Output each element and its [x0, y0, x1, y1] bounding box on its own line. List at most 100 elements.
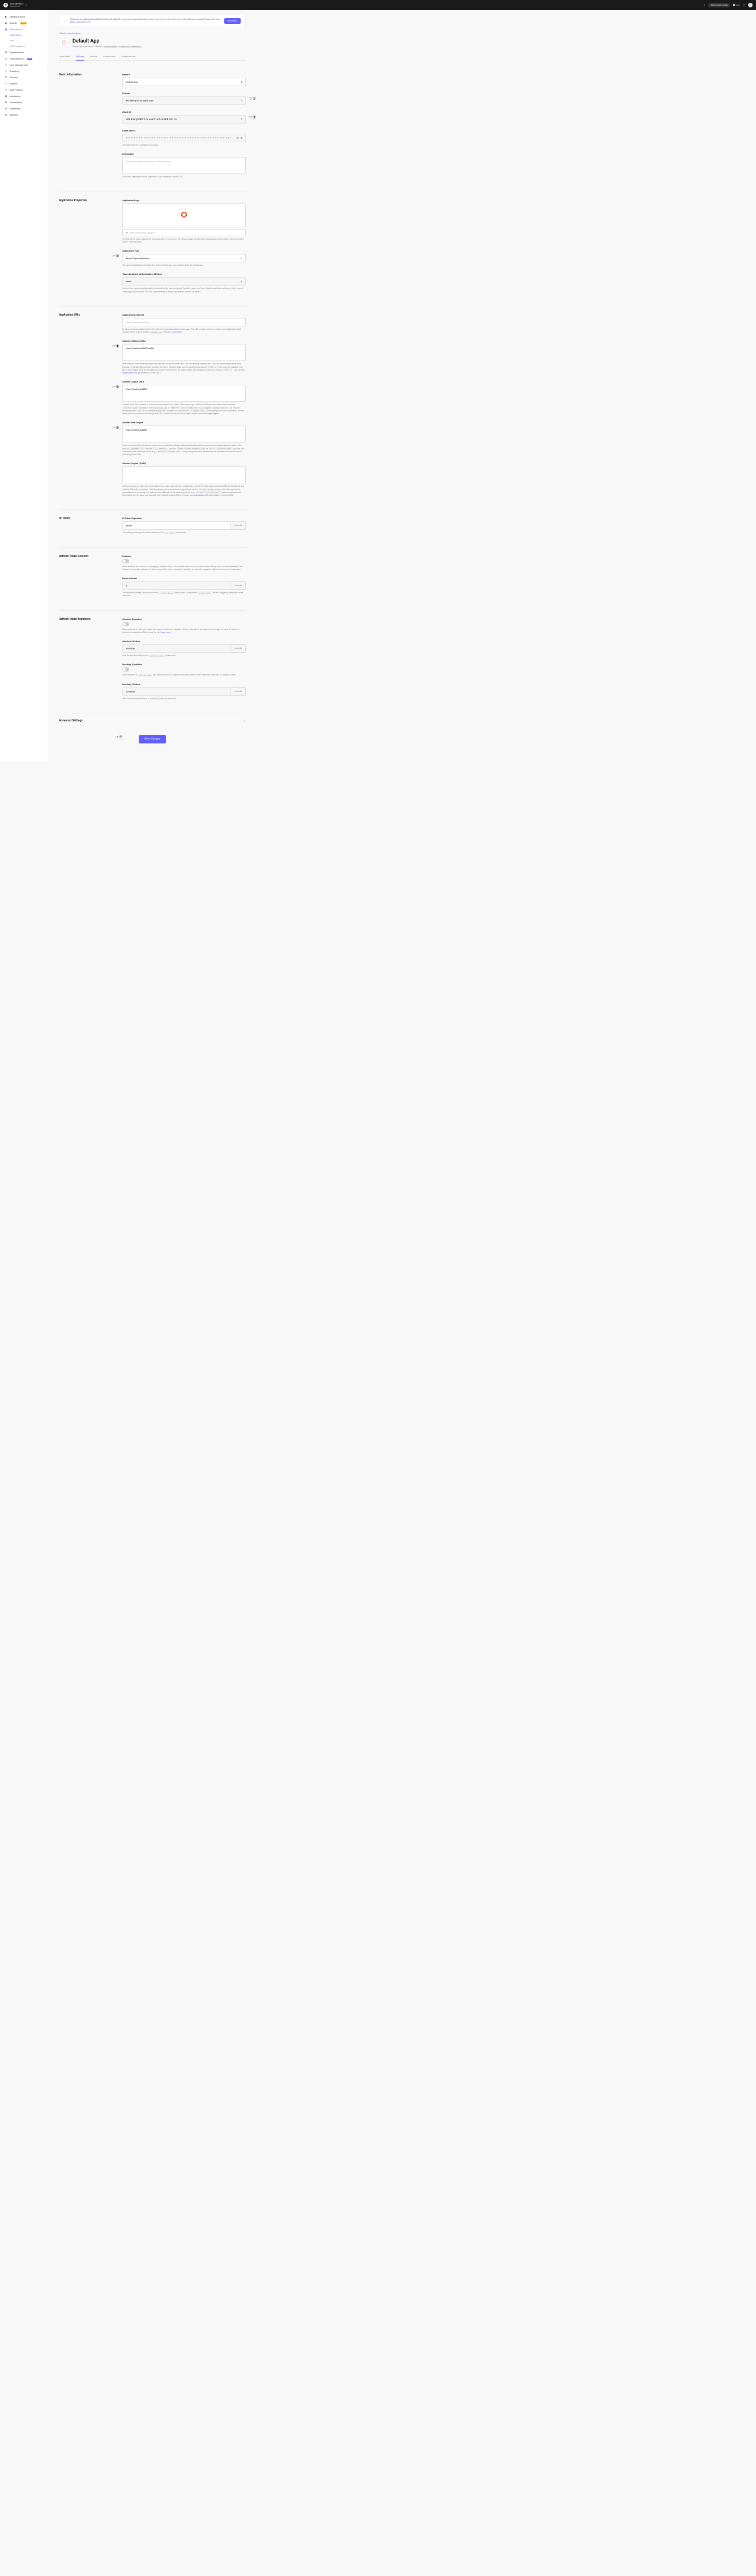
discuss-button[interactable]: Discuss your needs — [708, 3, 730, 7]
sidebar-item-monitoring[interactable]: ▤Monitoring› — [0, 93, 48, 99]
chevron-down-icon[interactable]: ▾ — [25, 4, 27, 6]
docs-link[interactable]: 📄 Docs — [733, 4, 740, 6]
sidebar-item-auth-pipeline[interactable]: ↗Auth Pipeline› — [0, 87, 48, 93]
notifications-icon[interactable]: △ — [743, 3, 745, 7]
logout-docs-link[interactable]: https://auth0.com/docs/login/logout — [186, 413, 218, 415]
inact-exp-toggle[interactable] — [122, 668, 129, 671]
tab-organizations[interactable]: Organizations — [121, 53, 135, 61]
apptype-select[interactable]: Single Page Application — [122, 254, 246, 262]
sidebar-item-marketplace[interactable]: ⊞Marketplace — [0, 99, 48, 105]
inactlife-label: Inactivity Lifetime — [122, 683, 246, 686]
advanced-settings-toggle[interactable]: Advanced Settings ⌄ — [59, 713, 246, 728]
web-message-link[interactable]: web message response mode — [210, 444, 236, 447]
copy-icon[interactable]: ⧉ — [241, 80, 242, 83]
save-button[interactable]: Save Changes — [139, 735, 166, 743]
sidebar-item-label: Applications — [10, 28, 22, 31]
webo-textarea[interactable]: http://localhost:4200 — [122, 426, 246, 443]
nav-icon: ⌘ — [5, 51, 7, 54]
chevron-right-icon: › — [42, 83, 43, 85]
nav-icon: ✎ — [5, 70, 7, 73]
reuse-help: The allowable leeway time that the same … — [122, 592, 246, 598]
logo-label: Application Logo — [122, 199, 246, 202]
copy-icon[interactable]: ⧉ — [241, 137, 242, 139]
name-input[interactable]: Default App⧉ — [122, 78, 246, 86]
callback-textarea[interactable]: http://localhost:4200/profile — [122, 344, 246, 361]
learn-more-link[interactable]: Learn more — [160, 631, 170, 634]
sidebar-item-security[interactable]: ⛨Security› — [0, 74, 48, 80]
page-title: Default App — [72, 39, 142, 44]
idtoken-exp-input[interactable]: 36000 — [122, 521, 231, 530]
sidebar-item-user-management[interactable]: ☺User Management› — [0, 62, 48, 68]
nav-icon: ⊕ — [5, 107, 7, 110]
cors-textarea[interactable] — [122, 466, 246, 483]
sidebar-item-label: Extensions — [10, 107, 21, 110]
topbar: ֍ dev-5tf99p7c Development ▾ ⌕ Discuss y… — [0, 0, 756, 10]
rotation-toggle[interactable] — [122, 559, 129, 563]
view-plans-button[interactable]: View Plans — [224, 18, 241, 24]
sidebar-item-getting-started[interactable]: ▶Getting Started — [0, 14, 48, 20]
section-title-uris: Application URIs — [59, 313, 116, 503]
abs-exp-label: Absolute Expiration — [122, 618, 246, 620]
tabs: Quick Start Settings Addons Connections Orga… — [59, 53, 246, 61]
chevron-right-icon: › — [42, 76, 43, 79]
logout-textarea[interactable]: http://localhost:4200 — [122, 385, 246, 402]
reveal-icon[interactable]: 👁 — [236, 137, 239, 139]
nav-icon: ⚙ — [5, 113, 7, 116]
banner-features-link[interactable]: features that are not in the Starter pla… — [148, 18, 182, 20]
sidebar-subitem-applications[interactable]: Applications — [0, 32, 48, 38]
learn-more-link[interactable]: Learn more — [230, 568, 241, 571]
sidebar-item-actions[interactable]: ⚡Actions› — [0, 80, 48, 87]
sidebar-item-label: Authentication — [10, 51, 24, 54]
device-flow-link[interactable]: Device Flow — [194, 444, 204, 447]
learn-more-link[interactable]: Learn more — [172, 331, 182, 333]
back-link[interactable]: ‹ Back to Applications — [59, 32, 246, 35]
nav-icon: ▶ — [5, 15, 7, 18]
cors-label: Allowed Origins (CORS) — [122, 462, 246, 465]
tab-quick-start[interactable]: Quick Start — [59, 53, 70, 61]
tab-addons[interactable]: Addons — [89, 53, 97, 61]
sidebar-item-authentication[interactable]: ⌘Authentication› — [0, 49, 48, 56]
inact-exp-label: Inactivity Expiration — [122, 663, 246, 666]
sidebar-subitem-sso-integrations[interactable]: SSO Integrations — [0, 44, 48, 49]
tenant-switcher[interactable]: dev-5tf99p7c Development — [10, 3, 23, 7]
tab-connections[interactable]: Connections — [103, 53, 116, 61]
sidebar-item-settings[interactable]: ⚙Settings — [0, 112, 48, 118]
org-url-link[interactable]: Organization URL — [194, 494, 209, 496]
login-input[interactable]: https://myapp.org/login — [122, 318, 246, 326]
nav-icon: ⛨ — [5, 76, 7, 79]
tokenauth-select: None — [122, 277, 246, 286]
reuse-label: Reuse Interval — [122, 577, 246, 580]
avatar[interactable] — [748, 3, 753, 7]
abs-exp-toggle[interactable] — [122, 622, 129, 626]
tokenauth-label: Token Endpoint Authentication Method — [122, 273, 246, 275]
cors-help: Allowed Origins are URLs that will be al… — [122, 485, 246, 497]
sidebar-item-organizations[interactable]: ▭OrganizationsNEW› — [0, 56, 48, 62]
idtoken-exp-label: ID Token Expiration — [122, 517, 246, 520]
auth0-logo[interactable]: ֍ — [3, 3, 8, 7]
unit-seconds: seconds — [231, 521, 246, 530]
logo-url-input[interactable]: 🔗https://path.to/my_logo.png — [122, 229, 246, 236]
banner-billing-link[interactable]: billing information here — [70, 21, 91, 23]
sidebar-item-label: Marketplace — [10, 101, 22, 104]
sidebar-item-label: Auth Pipeline — [10, 88, 23, 91]
org-url-link[interactable]: Organization URL — [122, 372, 138, 374]
sidebar-item-applications[interactable]: ▦Applications — [0, 26, 48, 32]
sidebar-subitem-apis[interactable]: APIs — [0, 38, 48, 44]
sidebar-item-branding[interactable]: ✎Branding› — [0, 68, 48, 74]
copy-icon[interactable]: ⧉ — [241, 99, 242, 102]
webo-help: Comma-separated list of allowed origins … — [122, 444, 246, 456]
inactlife-input: 1296000 — [122, 687, 231, 696]
sidebar-item-label: User Management — [10, 63, 28, 66]
sidebar-item-extensions[interactable]: ⊕Extensions — [0, 105, 48, 112]
sidebar: ▶Getting Started◉ActivityFIRST›▦Applicat… — [0, 10, 48, 762]
desc-textarea[interactable]: Add a description in less than 140 chara… — [122, 157, 246, 174]
coa-link[interactable]: Cross-Origin Authentication — [169, 444, 194, 447]
tab-settings[interactable]: Settings — [76, 53, 84, 61]
copy-icon[interactable]: ⧉ — [241, 118, 242, 121]
logo-help: The URL of the logo to display for the a… — [122, 238, 246, 244]
search-icon[interactable]: ⌕ — [704, 3, 706, 7]
sidebar-item-activity[interactable]: ◉ActivityFIRST› — [0, 20, 48, 26]
rotation-label: Rotation — [122, 555, 246, 558]
section-title-expiration: Refresh Token Expiration — [59, 618, 116, 706]
nav-icon: ▦ — [5, 28, 7, 31]
